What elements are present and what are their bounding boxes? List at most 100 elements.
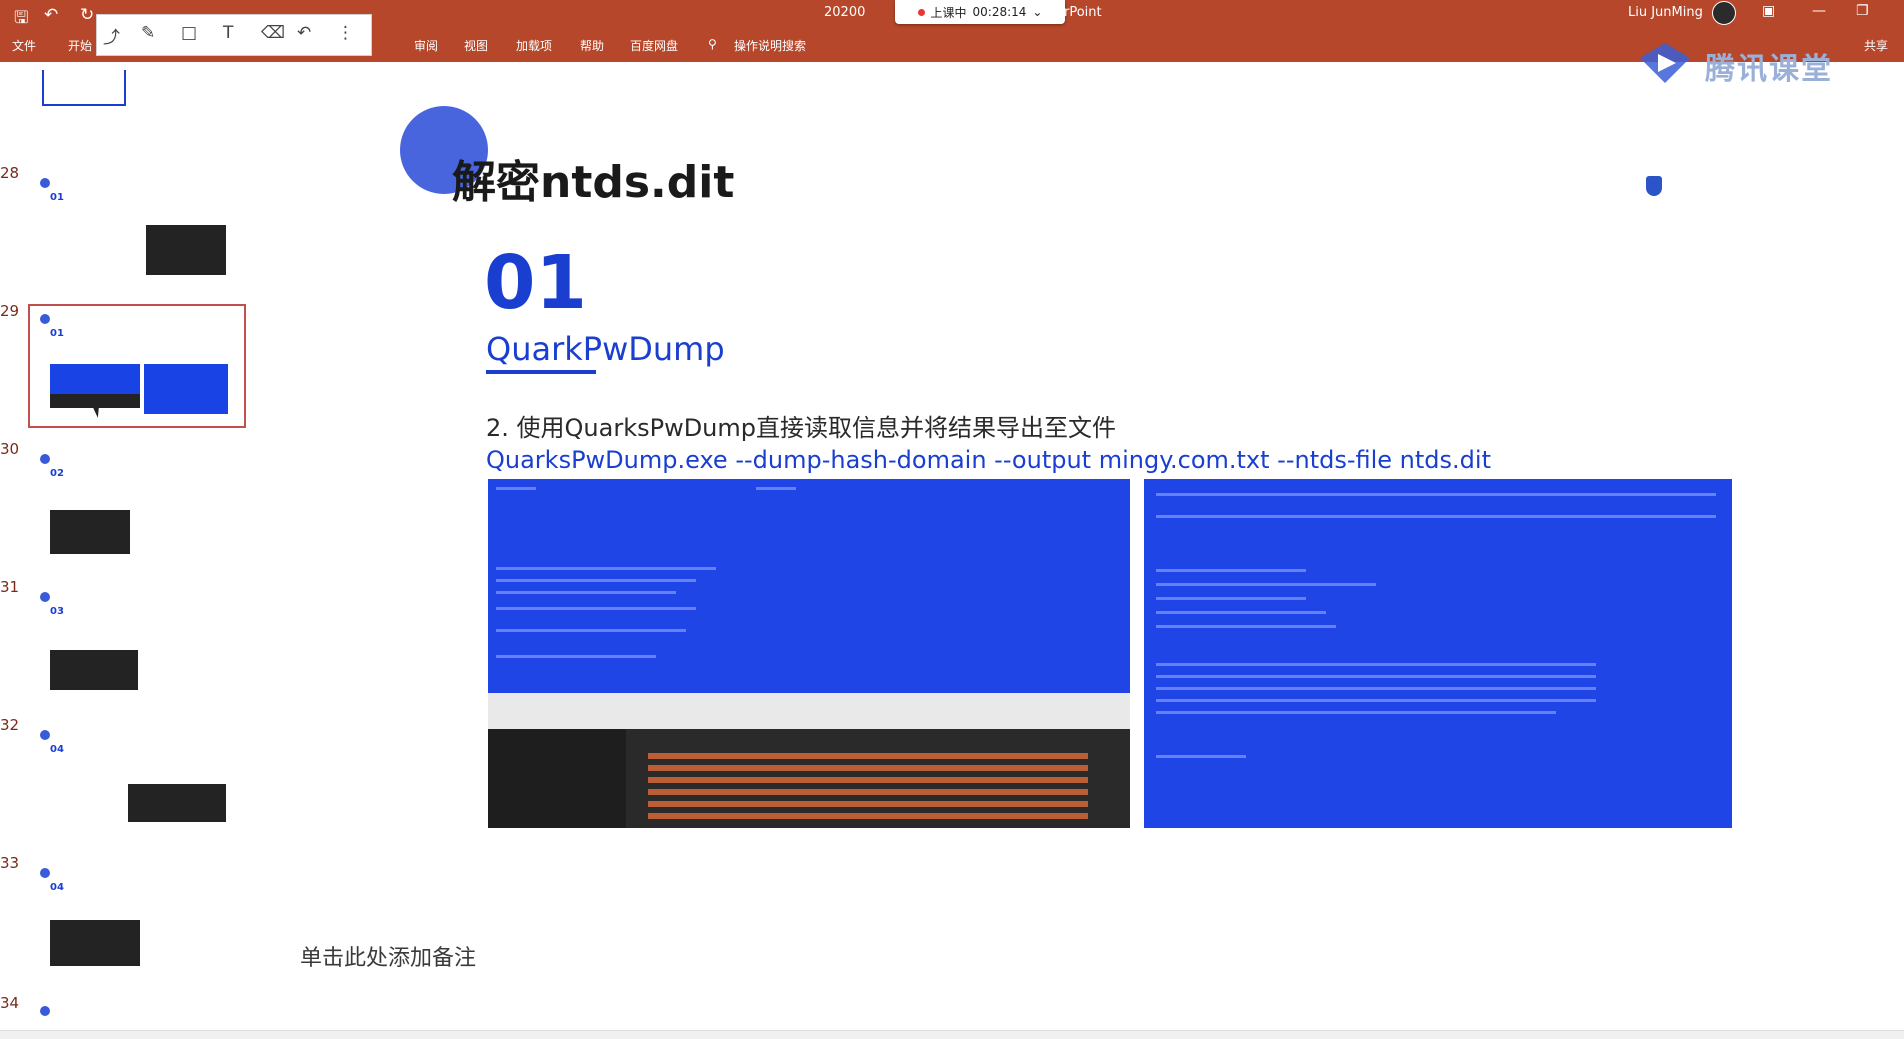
console-text: [1156, 625, 1336, 628]
thumb-circle-icon: [40, 592, 50, 602]
slide-thumbnail-32[interactable]: 04: [30, 722, 242, 840]
thumb-section-number: 01: [50, 192, 64, 203]
thumb-section-number: 04: [50, 882, 64, 893]
brand-watermark: 腾讯课堂: [1705, 52, 1833, 87]
console-text: [496, 579, 696, 582]
eraser-icon[interactable]: ⌫: [261, 23, 285, 43]
slide-number: 33: [0, 854, 20, 872]
slide-thumbnail-28[interactable]: 01: [30, 170, 242, 288]
console-text: [1156, 611, 1326, 614]
avatar[interactable]: [1712, 1, 1736, 25]
section-name[interactable]: QuarkPwDump: [486, 330, 725, 368]
pointer-icon[interactable]: ⤴: [103, 23, 120, 48]
tab-home[interactable]: 开始: [68, 37, 92, 54]
editor-sidebar: [488, 729, 626, 828]
step-text[interactable]: 2. 使用QuarksPwDump直接读取信息并将结果导出至文件: [486, 408, 1116, 443]
command-text[interactable]: QuarksPwDump.exe --dump-hash-domain --ou…: [486, 446, 1491, 474]
thumb-image: [50, 364, 140, 394]
user-name[interactable]: Liu JunMing: [1628, 5, 1703, 20]
slide-number: 30: [0, 440, 20, 458]
console-text: [496, 487, 536, 490]
slide-number: 28: [0, 164, 20, 182]
thumb-image: [128, 784, 226, 822]
section-underline: [486, 370, 596, 374]
console-text: [1156, 515, 1716, 518]
pen-icon[interactable]: ✎: [141, 23, 155, 43]
rectangle-icon[interactable]: □: [181, 23, 197, 43]
save-icon[interactable]: 🖫: [14, 5, 28, 34]
slide-thumbnail-31[interactable]: 03: [30, 584, 242, 702]
console-text: [756, 487, 796, 490]
lightbulb-icon[interactable]: ⚲: [708, 37, 717, 51]
restore-icon[interactable]: ❐: [1856, 3, 1869, 19]
thumb-circle-icon: [40, 1006, 50, 1016]
thumb-circle-icon: [40, 868, 50, 878]
thumb-section-number: 04: [50, 744, 64, 755]
tab-view[interactable]: 视图: [464, 37, 488, 54]
share-button[interactable]: 共享: [1864, 37, 1888, 54]
tab-review[interactable]: 审阅: [414, 37, 438, 54]
slide-thumbnail-34[interactable]: [30, 998, 242, 1028]
more-icon[interactable]: ⋮: [337, 23, 354, 43]
console-text: [496, 629, 686, 632]
minimize-icon[interactable]: —: [1812, 3, 1826, 19]
slide-thumbnail-29[interactable]: 01: [28, 304, 246, 428]
live-timer: 00:28:14: [972, 5, 1027, 19]
slide-thumbnail-30[interactable]: 02: [30, 446, 242, 564]
undo-icon[interactable]: ↶: [44, 5, 58, 25]
thumbnail-partial[interactable]: [42, 70, 126, 106]
thumb-circle-icon: [40, 454, 50, 464]
thumb-section-number: 02: [50, 468, 64, 479]
console-screenshot-right[interactable]: [1144, 479, 1732, 828]
console-text: [496, 591, 676, 594]
editor-title-bar: [488, 693, 1130, 730]
tab-addins[interactable]: 加载项: [516, 37, 552, 54]
slide-number: 34: [0, 994, 20, 1012]
thumb-circle-icon: [40, 178, 50, 188]
thumb-section-number: 03: [50, 606, 64, 617]
tencent-classroom-logo-icon: [1640, 43, 1690, 83]
slide-title[interactable]: 解密ntds.dit: [452, 146, 734, 210]
live-status-pill[interactable]: 上课中 00:28:14 ⌄: [895, 0, 1065, 24]
console-text: [496, 655, 656, 658]
hash-line: [648, 753, 1088, 759]
hash-line: [648, 777, 1088, 783]
tab-help[interactable]: 帮助: [580, 37, 604, 54]
notes-placeholder[interactable]: 单击此处添加备注: [300, 940, 476, 972]
hash-line: [648, 789, 1088, 795]
sublime-text-screenshot[interactable]: [488, 693, 1130, 828]
lab-badge: [1646, 176, 1766, 198]
redo-icon[interactable]: ↻: [80, 5, 94, 25]
app-name: rPoint: [1064, 5, 1102, 20]
thumb-circle-icon: [40, 730, 50, 740]
shield-icon: [1646, 176, 1662, 196]
slide-number: 31: [0, 578, 20, 596]
hash-line: [648, 765, 1088, 771]
console-text: [1156, 569, 1306, 572]
undo-annotation-icon[interactable]: ↶: [297, 23, 311, 43]
live-status: 上课中: [930, 5, 967, 20]
text-icon[interactable]: T: [223, 23, 233, 43]
slide-number: 32: [0, 716, 20, 734]
hash-line: [648, 801, 1088, 807]
thumb-image: [50, 920, 140, 966]
ribbon-display-icon[interactable]: ▣: [1762, 3, 1775, 19]
console-screenshot-left[interactable]: [488, 479, 1130, 693]
console-text: [496, 567, 716, 570]
slide-thumbnail-33[interactable]: 04: [30, 860, 242, 978]
thumb-section-number: 01: [50, 328, 64, 339]
document-title: 20200: [824, 5, 866, 20]
chevron-down-icon[interactable]: ⌄: [1032, 5, 1042, 19]
thumb-image: [50, 650, 138, 690]
console-text: [496, 607, 696, 610]
console-text: [1156, 583, 1376, 586]
tell-me-search[interactable]: 操作说明搜索: [734, 37, 806, 54]
section-number[interactable]: 01: [484, 240, 587, 326]
annotation-toolbar: ⤴ ✎ □ T ⌫ ↶ ⋮: [96, 14, 372, 56]
tab-baidu-netdisk[interactable]: 百度网盘: [630, 37, 678, 54]
slide-number: 29: [0, 302, 20, 320]
console-text: [1156, 663, 1596, 666]
thumb-image: [50, 510, 130, 554]
thumb-image: [146, 225, 226, 275]
tab-file[interactable]: 文件: [12, 37, 36, 54]
